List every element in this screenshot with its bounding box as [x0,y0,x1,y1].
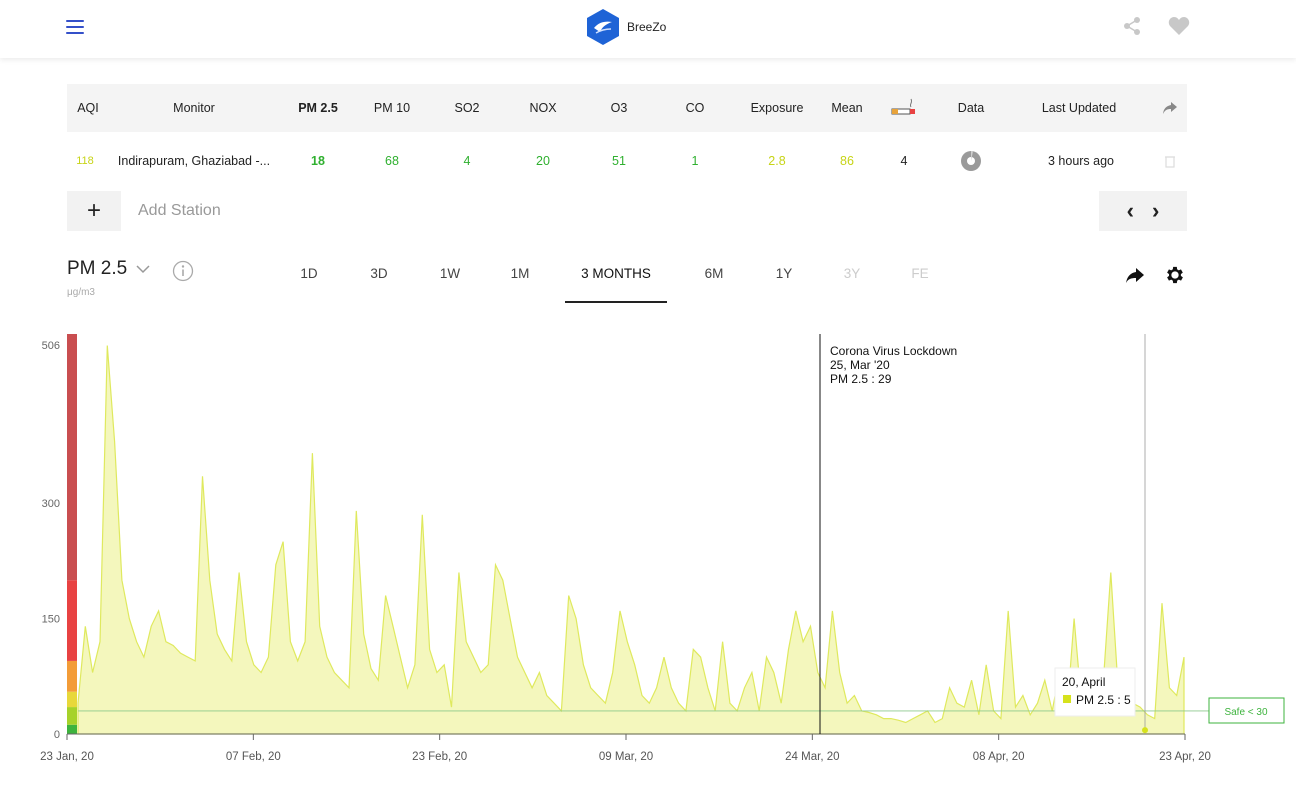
col-last-updated[interactable]: Last Updated [1006,84,1152,132]
x-tick-label: 24 Mar, 20 [785,751,839,763]
hover-point [1142,727,1148,734]
add-station-button[interactable]: + [67,191,121,231]
exposure-value: 2.8 [768,154,786,168]
tab-3d[interactable]: 3D [358,258,400,290]
lockdown-title: Corona Virus Lockdown [830,344,957,358]
last-updated-value: 3 hours ago [1047,154,1115,168]
tooltip-date: 20, April [1062,675,1105,689]
app-name: BreeZo [627,20,667,34]
share-icon[interactable] [1122,16,1142,36]
aqi-value: 118 [76,155,94,167]
cigarette-count: 4 [900,154,908,168]
y-tick-label: 506 [42,340,60,352]
col-o3[interactable]: O3 [580,84,658,132]
lockdown-value: PM 2.5 : 29 [830,372,892,386]
x-tick-label: 09 Mar, 20 [599,751,653,763]
settings-gear-icon[interactable] [1164,264,1186,286]
tab-fe[interactable]: FE [899,258,941,290]
aqi-color-scale [67,334,77,734]
table-header: AQI Monitor PM 2.5 PM 10 SO2 NOX O3 CO E… [67,84,1187,132]
aqi-scale-segment [67,334,77,581]
col-pm25[interactable]: PM 2.5 [280,84,356,132]
col-nox[interactable]: NOX [506,84,580,132]
aqi-scale-segment [67,691,77,708]
prev-station-button[interactable]: ‹ [1127,198,1134,224]
col-data[interactable]: Data [936,84,1006,132]
tab-1y[interactable]: 1Y [763,258,805,290]
forward-share-icon [1162,102,1177,114]
chevron-down-icon [136,265,151,274]
col-aqi[interactable]: AQI [67,84,109,132]
tab-1w[interactable]: 1W [429,258,471,290]
mean-value: 86 [840,154,854,168]
x-tick-label: 23 Apr, 20 [1159,751,1211,763]
tab-1m[interactable]: 1M [499,258,541,290]
safe-threshold-label: Safe < 30 [1224,707,1268,718]
menu-icon[interactable] [66,20,84,34]
y-tick-label: 0 [54,729,60,741]
table-row[interactable]: 118 Indirapuram, Ghaziabad -... 18 68 4 … [67,132,1187,190]
col-mean[interactable]: Mean [822,84,872,132]
pm25-value: 18 [311,154,325,168]
nox-value: 20 [536,154,550,168]
x-tick-label: 23 Feb, 20 [412,751,467,763]
pollutant-unit: μg/m3 [67,287,95,298]
hover-tooltip: 20, April PM 2.5 : 5 [1054,667,1136,717]
delete-row[interactable] [1152,132,1187,190]
pm25-chart[interactable]: 0 150 300 506 23 Jan, 20 07 Feb, 20 23 Feb, 2… [0,320,1296,790]
lockdown-date: 25, Mar '20 [830,358,890,372]
x-tick-label: 07 Feb, 20 [226,751,281,763]
col-co[interactable]: CO [658,84,732,132]
station-table: AQI Monitor PM 2.5 PM 10 SO2 NOX O3 CO E… [67,84,1187,190]
monitor-name[interactable]: Indirapuram, Ghaziabad -... [109,132,279,190]
so2-value: 4 [463,154,471,168]
add-station-row: + Add Station ‹ › [67,191,1187,231]
col-monitor[interactable]: Monitor [109,84,279,132]
active-tab-underline [565,301,667,303]
aqi-scale-segment [67,580,77,661]
x-tick-label: 23 Jan, 20 [40,751,94,763]
x-tick-label: 08 Apr, 20 [973,751,1025,763]
y-axis: 0 150 300 506 [42,340,60,741]
tab-1d[interactable]: 1D [288,258,330,290]
tooltip-value: PM 2.5 : 5 [1076,693,1131,707]
col-cigarette[interactable] [872,84,936,132]
tab-6m[interactable]: 6M [693,258,735,290]
co-value: 1 [691,154,699,168]
tooltip-swatch [1063,695,1071,703]
pm25-area-series [77,345,1185,735]
cigarette-icon [891,98,915,115]
col-so2[interactable]: SO2 [428,84,506,132]
aqi-scale-segment [67,724,77,734]
trash-icon [1164,156,1175,168]
x-axis: 23 Jan, 20 07 Feb, 20 23 Feb, 20 09 Mar, 20… [40,734,1211,763]
data-availability[interactable] [936,132,1006,190]
station-pager: ‹ › [1099,191,1187,231]
o3-value: 51 [612,154,626,168]
next-station-button[interactable]: › [1152,198,1159,224]
y-tick-label: 150 [42,614,60,626]
aqi-scale-segment [67,660,77,692]
top-bar: BreeZo [0,0,1296,58]
pollutant-dropdown[interactable]: PM 2.5 [67,258,151,280]
info-icon[interactable] [172,260,194,282]
add-station-input[interactable]: Add Station [138,191,221,231]
col-exposure[interactable]: Exposure [732,84,822,132]
tab-3-months[interactable]: 3 MONTHS [565,258,667,290]
breezo-logo-icon [587,9,619,45]
share-chart-icon[interactable] [1125,266,1145,284]
heart-icon[interactable] [1168,16,1190,36]
pm10-value: 68 [385,154,399,168]
tab-3y[interactable]: 3Y [831,258,873,290]
y-tick-label: 300 [42,498,60,510]
safe-threshold-badge: Safe < 30 [1208,697,1285,724]
pollutant-label: PM 2.5 [67,258,128,279]
data-pie-icon [961,151,981,171]
aqi-scale-segment [67,707,77,725]
col-pm10[interactable]: PM 10 [356,84,428,132]
col-share[interactable] [1152,84,1187,132]
app-logo[interactable]: BreeZo [585,8,666,46]
